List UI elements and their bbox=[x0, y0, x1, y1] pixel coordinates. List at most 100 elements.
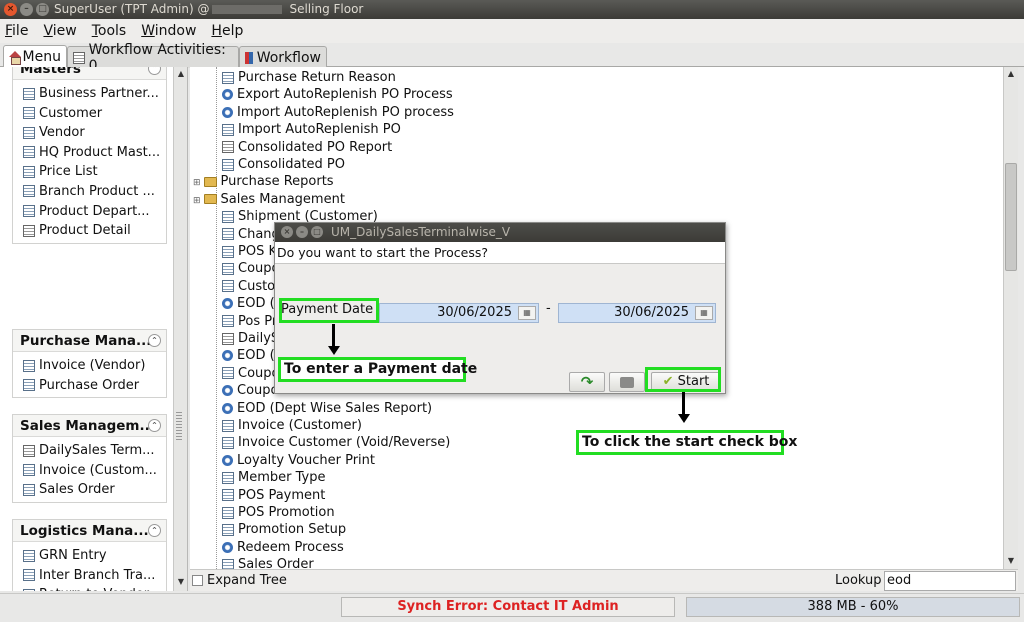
tree-node[interactable]: DailyS bbox=[222, 330, 279, 347]
menu-group-title[interactable]: Purchase Mana... ⌃ bbox=[13, 330, 166, 352]
scroll-up-icon[interactable]: ▲ bbox=[1004, 67, 1018, 81]
tab-strip: Menu Workflow Activities: 0 Workflow bbox=[0, 42, 1024, 74]
scroll-down-icon[interactable]: ▼ bbox=[174, 575, 187, 589]
expand-icon[interactable]: ⊞ bbox=[193, 196, 201, 206]
tree-node[interactable]: EOD (Dept Wise Sales Report) bbox=[222, 400, 432, 417]
menu-item[interactable]: Product Detail bbox=[13, 221, 166, 241]
tree-node[interactable]: Pos Pr bbox=[222, 313, 277, 330]
tree-node[interactable]: Member Type bbox=[222, 469, 325, 486]
tree-node[interactable]: Custo bbox=[222, 278, 275, 295]
tree-node[interactable]: Loyalty Voucher Print bbox=[222, 452, 375, 469]
payment-date-to-input[interactable]: 30/06/2025 ▦ bbox=[558, 303, 716, 323]
menu-item[interactable]: Return to Vendor bbox=[13, 585, 166, 591]
menu-item[interactable]: Vendor bbox=[13, 123, 166, 143]
tree-node[interactable]: Coupo bbox=[222, 260, 279, 277]
menu-item[interactable]: Price List bbox=[13, 162, 166, 182]
menu-item[interactable]: Inter Branch Tra... bbox=[13, 566, 166, 586]
menu-item[interactable]: Invoice (Vendor) bbox=[13, 356, 166, 376]
tree-node[interactable]: EOD ( bbox=[222, 295, 275, 312]
report-icon bbox=[23, 444, 35, 457]
menu-item[interactable]: Branch Product ... bbox=[13, 182, 166, 202]
collapse-icon[interactable]: ⌃ bbox=[148, 67, 161, 75]
collapse-icon[interactable]: ⌃ bbox=[148, 419, 161, 432]
tree-node[interactable]: POS Promotion bbox=[222, 504, 335, 521]
report-icon bbox=[23, 224, 35, 237]
tree-node[interactable]: Consolidated PO Report bbox=[222, 139, 392, 156]
print-button[interactable] bbox=[609, 372, 645, 392]
expand-tree-checkbox[interactable]: Expand Tree bbox=[192, 573, 287, 588]
maximize-icon[interactable]: □ bbox=[36, 3, 49, 16]
payment-date-from-input[interactable]: 30/06/2025 ▦ bbox=[379, 303, 539, 323]
menu-item[interactable]: Purchase Order bbox=[13, 376, 166, 396]
collapse-icon[interactable]: ⌃ bbox=[148, 334, 161, 347]
tree-node[interactable]: Export AutoReplenish PO Process bbox=[222, 86, 453, 103]
scroll-up-icon[interactable]: ▲ bbox=[174, 67, 187, 81]
tree-node[interactable]: EOD ( bbox=[222, 347, 275, 364]
menu-item[interactable]: GRN Entry bbox=[13, 546, 166, 566]
minimize-icon[interactable]: – bbox=[296, 226, 308, 238]
menu-item[interactable]: Invoice (Custom... bbox=[13, 461, 166, 481]
tree-node[interactable]: Consolidated PO bbox=[222, 156, 345, 173]
window-icon bbox=[222, 262, 234, 275]
scroll-down-icon[interactable]: ▼ bbox=[1004, 554, 1018, 568]
menu-group-title[interactable]: Logistics Mana... ⌃ bbox=[13, 520, 166, 542]
collapse-icon[interactable]: ⌃ bbox=[148, 524, 161, 537]
tab-workflow-activities[interactable]: Workflow Activities: 0 bbox=[67, 42, 239, 74]
menu-view[interactable]: View bbox=[43, 23, 76, 39]
menu-group-title[interactable]: Sales Managem... ⌃ bbox=[13, 415, 166, 437]
tree-node[interactable]: Invoice (Customer) bbox=[222, 417, 362, 434]
tree-scrollbar[interactable]: ▲ ▼ bbox=[1003, 67, 1018, 569]
tree-node[interactable]: Import AutoReplenish PO process bbox=[222, 104, 454, 121]
close-icon[interactable]: × bbox=[281, 226, 293, 238]
checkbox-icon[interactable] bbox=[192, 575, 203, 586]
menu-group-title[interactable]: Masters ⌃ bbox=[13, 67, 166, 80]
menu-item[interactable]: Product Depart... bbox=[13, 202, 166, 222]
tree-node[interactable]: Invoice Customer (Void/Reverse) bbox=[222, 434, 450, 451]
splitter-handle[interactable] bbox=[176, 412, 182, 442]
tree-node[interactable]: POS Payment bbox=[222, 487, 325, 504]
menu-item[interactable]: DailySales Term... bbox=[13, 441, 166, 461]
menu-item[interactable]: Sales Order bbox=[13, 480, 166, 500]
menu-item[interactable]: Business Partner... bbox=[13, 84, 166, 104]
process-icon bbox=[222, 89, 233, 101]
tree-node[interactable]: Purchase Return Reason bbox=[222, 69, 396, 86]
date-range-separator: - bbox=[546, 301, 551, 316]
expand-icon[interactable]: ⊞ bbox=[193, 178, 201, 188]
scroll-thumb[interactable] bbox=[1005, 163, 1017, 271]
menu-file[interactable]: File bbox=[5, 23, 28, 39]
tree-node[interactable]: ⊞ Sales Management bbox=[193, 191, 345, 208]
minimize-icon[interactable]: – bbox=[20, 3, 33, 16]
dialog-title-bar: × – □ UM_DailySalesTerminalwise_V bbox=[275, 223, 725, 242]
tab-workflow[interactable]: Workflow bbox=[239, 46, 327, 68]
synch-error-button[interactable]: Synch Error: Contact IT Admin bbox=[341, 597, 675, 617]
close-icon[interactable]: × bbox=[4, 3, 17, 16]
tree-node[interactable]: Chang bbox=[222, 226, 280, 243]
window-icon bbox=[222, 245, 234, 258]
left-scrollbar[interactable]: ▲ ▼ bbox=[173, 67, 187, 591]
start-button[interactable]: ✔ Start bbox=[651, 372, 721, 392]
tree-node[interactable]: POS K bbox=[222, 243, 277, 260]
window-icon bbox=[222, 436, 234, 449]
tree-footer: Expand Tree Lookup eod bbox=[190, 569, 1018, 591]
tree-node[interactable]: Promotion Setup bbox=[222, 521, 346, 538]
tree-node[interactable]: Redeem Process bbox=[222, 539, 344, 556]
menu-window[interactable]: Window bbox=[141, 23, 196, 39]
calendar-icon[interactable]: ▦ bbox=[518, 306, 536, 320]
report-icon bbox=[222, 141, 234, 154]
maximize-icon[interactable]: □ bbox=[311, 226, 323, 238]
window-icon bbox=[222, 367, 234, 380]
window-icon bbox=[23, 205, 35, 218]
refresh-button[interactable]: ↷ bbox=[569, 372, 605, 392]
tree-node[interactable]: ⊞ Purchase Reports bbox=[193, 173, 334, 190]
tree-node[interactable]: Coupo bbox=[222, 365, 279, 382]
menu-item[interactable]: Customer bbox=[13, 104, 166, 124]
menu-tools[interactable]: Tools bbox=[92, 23, 127, 39]
tab-menu[interactable]: Menu bbox=[3, 45, 67, 67]
menu-item[interactable]: HQ Product Mast... bbox=[13, 143, 166, 163]
calendar-icon[interactable]: ▦ bbox=[695, 306, 713, 320]
redacted-host bbox=[212, 5, 283, 14]
tree-node[interactable]: Sales Order bbox=[222, 556, 314, 569]
lookup-input[interactable]: eod bbox=[884, 571, 1016, 591]
tree-node[interactable]: Import AutoReplenish PO bbox=[222, 121, 401, 138]
menu-help[interactable]: Help bbox=[211, 23, 243, 39]
